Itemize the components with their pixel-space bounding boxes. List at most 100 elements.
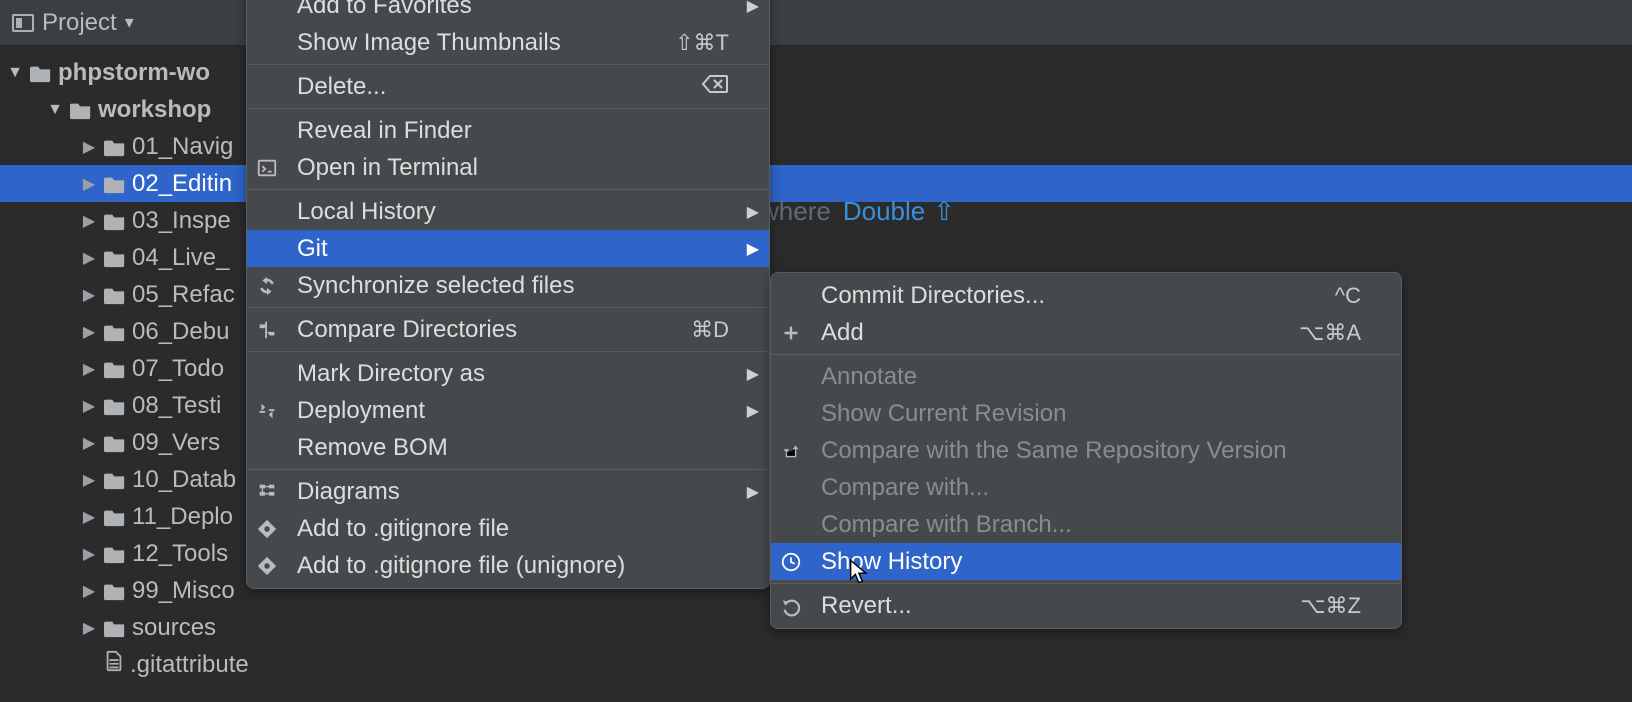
diagrams-icon: [253, 480, 281, 504]
terminal-icon: [253, 156, 281, 180]
deployment-icon: [253, 399, 281, 423]
menu-mark-directory-as[interactable]: Mark Directory as▶: [247, 355, 769, 392]
clock-icon: [777, 550, 805, 574]
tree-label: 04_Live_: [132, 244, 229, 272]
folder-icon: [104, 211, 126, 231]
submenu-arrow-icon: ▶: [747, 482, 759, 502]
search-everywhere-hint: where Double ⇧: [760, 196, 955, 227]
submenu-arrow-icon: ▶: [747, 0, 759, 16]
menu-remove-bom[interactable]: Remove BOM: [247, 429, 769, 466]
tree-label: 01_Navig: [132, 133, 233, 161]
menu-compare-directories[interactable]: Compare Directories⌘D: [247, 311, 769, 348]
shortcut-label: ⌘D: [691, 317, 733, 343]
menu-open-terminal[interactable]: Open in Terminal: [247, 149, 769, 186]
menu-separator: [771, 354, 1401, 355]
menu-git-add[interactable]: Add⌥⌘A: [771, 314, 1401, 351]
menu-deployment[interactable]: Deployment▶: [247, 392, 769, 429]
submenu-arrow-icon: ▶: [747, 401, 759, 421]
compare-repo-icon: [777, 439, 805, 463]
menu-add-gitignore[interactable]: Add to .gitignore file: [247, 510, 769, 547]
collapse-arrow-icon[interactable]: ▶: [80, 507, 98, 527]
menu-separator: [247, 64, 769, 65]
collapse-arrow-icon[interactable]: ▶: [80, 396, 98, 416]
context-menu-git[interactable]: Commit Directories...^C Add⌥⌘A Annotate …: [770, 272, 1402, 629]
hint-shortcut: Double ⇧: [843, 196, 955, 227]
menu-delete[interactable]: Delete...: [247, 68, 769, 105]
menu-add-gitignore-unignore[interactable]: Add to .gitignore file (unignore): [247, 547, 769, 584]
tree-root[interactable]: ▼ phpstorm-wo: [0, 54, 1632, 91]
menu-show-thumbnails[interactable]: Show Image Thumbnails⇧⌘T: [247, 24, 769, 61]
collapse-arrow-icon[interactable]: ▶: [80, 211, 98, 231]
menu-git-show-history[interactable]: Show History: [771, 543, 1401, 580]
sync-icon: [253, 274, 281, 298]
context-menu-primary[interactable]: Add to Favorites▶ Show Image Thumbnails⇧…: [246, 0, 770, 589]
menu-separator: [247, 351, 769, 352]
folder-icon: [104, 396, 126, 416]
collapse-arrow-icon[interactable]: ▶: [80, 174, 98, 194]
hint-tail: where: [760, 196, 831, 227]
project-tool-header[interactable]: Project ▾: [0, 0, 1632, 46]
folder-icon: [104, 359, 126, 379]
menu-separator: [247, 307, 769, 308]
tree-label: 03_Inspe: [132, 207, 231, 235]
tree-label: .gitattribute: [130, 651, 249, 679]
tree-folder[interactable]: ▶ 04_Live_: [0, 239, 1632, 276]
collapse-arrow-icon[interactable]: ▶: [80, 359, 98, 379]
collapse-arrow-icon[interactable]: ▶: [80, 544, 98, 564]
shortcut-label: ⇧⌘T: [675, 30, 733, 56]
shortcut-label: ^C: [1335, 283, 1365, 309]
gitignore-icon: [253, 517, 281, 541]
delete-key-icon: [701, 74, 733, 100]
expand-arrow-icon[interactable]: ▼: [6, 64, 24, 82]
collapse-arrow-icon[interactable]: ▶: [80, 322, 98, 342]
menu-local-history[interactable]: Local History▶: [247, 193, 769, 230]
compare-icon: [253, 318, 281, 342]
tree-label: phpstorm-wo: [58, 59, 210, 87]
collapse-arrow-icon[interactable]: ▶: [80, 137, 98, 157]
menu-reveal-finder[interactable]: Reveal in Finder: [247, 112, 769, 149]
menu-diagrams[interactable]: Diagrams▶: [247, 473, 769, 510]
folder-icon: [104, 470, 126, 490]
tree-label: workshop: [98, 96, 211, 124]
folder-icon: [104, 433, 126, 453]
submenu-arrow-icon: ▶: [747, 239, 759, 259]
tree-label: 02_Editin: [132, 170, 232, 198]
tree-label: 10_Datab: [132, 466, 236, 494]
submenu-arrow-icon: ▶: [747, 202, 759, 222]
folder-icon: [30, 63, 52, 83]
tree-label: 05_Refac: [132, 281, 235, 309]
gitignore-icon: [253, 554, 281, 578]
menu-synchronize[interactable]: Synchronize selected files: [247, 267, 769, 304]
folder-icon: [70, 100, 92, 120]
menu-git-annotate: Annotate: [771, 358, 1401, 395]
menu-add-to-favorites[interactable]: Add to Favorites▶: [247, 0, 769, 24]
tree-label: 99_Misco: [132, 577, 235, 605]
collapse-arrow-icon[interactable]: ▶: [80, 618, 98, 638]
tool-window-icon: [12, 14, 34, 32]
shortcut-label: ⌥⌘Z: [1300, 593, 1365, 619]
collapse-arrow-icon[interactable]: ▶: [80, 470, 98, 490]
menu-git-show-revision: Show Current Revision: [771, 395, 1401, 432]
collapse-arrow-icon[interactable]: ▶: [80, 433, 98, 453]
folder-icon: [104, 507, 126, 527]
expand-arrow-icon[interactable]: ▼: [46, 101, 64, 119]
plus-icon: [777, 321, 805, 345]
tree-label: 08_Testi: [132, 392, 221, 420]
tree-file-gitattributes[interactable]: .gitattribute: [0, 646, 1632, 683]
tool-window-title: Project: [42, 9, 117, 37]
tree-folder-workshop[interactable]: ▼ workshop: [0, 91, 1632, 128]
menu-git-commit[interactable]: Commit Directories...^C: [771, 277, 1401, 314]
menu-git-compare-branch: Compare with Branch...: [771, 506, 1401, 543]
tree-label: 06_Debu: [132, 318, 229, 346]
menu-git-compare-same: Compare with the Same Repository Version: [771, 432, 1401, 469]
tree-folder[interactable]: ▶ 01_Navig: [0, 128, 1632, 165]
menu-git[interactable]: Git▶: [247, 230, 769, 267]
tree-label: 07_Todo: [132, 355, 224, 383]
collapse-arrow-icon[interactable]: ▶: [80, 285, 98, 305]
collapse-arrow-icon[interactable]: ▶: [80, 581, 98, 601]
menu-git-revert[interactable]: Revert...⌥⌘Z: [771, 587, 1401, 624]
revert-icon: [777, 594, 805, 618]
tree-label: 09_Vers: [132, 429, 220, 457]
folder-icon: [104, 285, 126, 305]
collapse-arrow-icon[interactable]: ▶: [80, 248, 98, 268]
